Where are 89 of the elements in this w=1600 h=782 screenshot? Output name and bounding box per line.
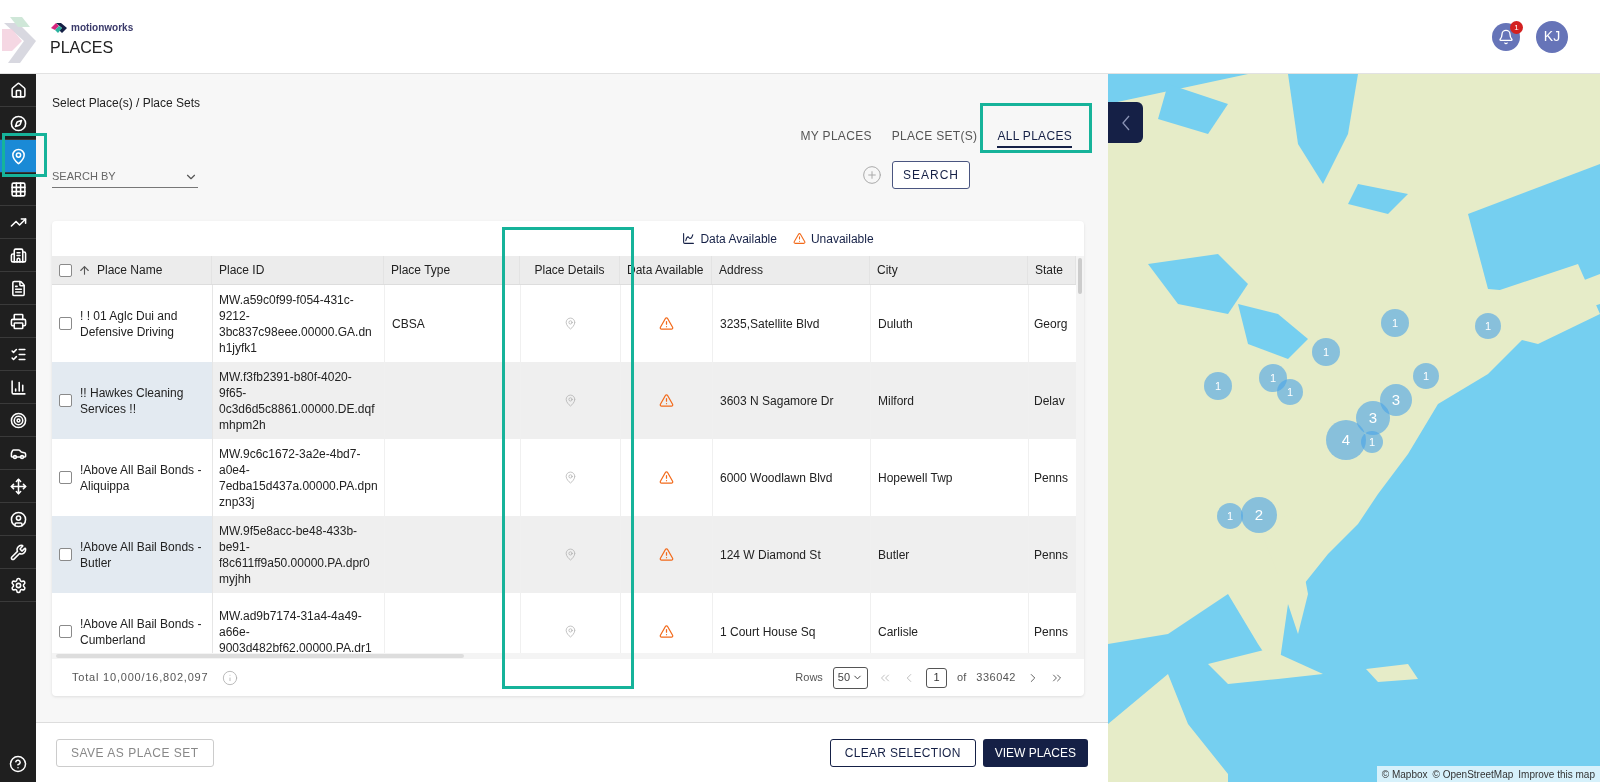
table-cell: Delav <box>1034 392 1065 409</box>
target-icon <box>9 411 27 429</box>
highlight-frame <box>2 133 47 177</box>
view-places-button[interactable]: VIEW PLACES <box>982 738 1088 767</box>
clear-selection-button[interactable]: CLEAR SELECTION <box>829 738 976 767</box>
map-pin-icon <box>9 147 27 165</box>
page-number-field[interactable]: 1 <box>926 667 948 688</box>
home-icon <box>9 81 27 99</box>
table-cell: Penns <box>1034 469 1069 486</box>
table-cell-text: !Above All Bail Bonds - Aliquippa <box>80 461 203 494</box>
table-cell-text: MW.a59c0f99-f054-431c-9212-3bc837c98eee.00000.GA.dnh1jyfk1 <box>219 291 373 356</box>
notification-button[interactable]: 1 <box>1492 22 1520 51</box>
checkbox[interactable] <box>59 625 72 638</box>
breadcrumb: Select Place(s) / Place Sets <box>52 96 201 110</box>
checkbox[interactable] <box>59 394 72 407</box>
column-header[interactable]: State <box>1035 261 1064 279</box>
compass-icon <box>9 114 27 132</box>
scrollbar-thumb[interactable] <box>1078 258 1082 294</box>
tab[interactable]: PLACE SET(S) <box>891 126 978 148</box>
table-cell-text: MW.f3fb2391-b80f-4020-9f65-0c3d6d5c8861.00000.DE.dqfmhpm2h <box>219 368 376 433</box>
bar-chart-icon <box>9 378 27 396</box>
tab[interactable]: MY PLACES <box>800 126 872 148</box>
table-cell: Hopewell Twp <box>878 469 953 486</box>
chevron-left-icon <box>1121 114 1130 131</box>
brand-logo-icon <box>50 20 68 35</box>
user-icon <box>9 510 27 528</box>
help-icon <box>9 755 27 773</box>
printer-icon <box>9 312 27 330</box>
table-cell: Butler <box>878 546 910 563</box>
page-title: PLACES <box>50 38 115 58</box>
info-icon[interactable] <box>222 669 239 686</box>
table-cell: 3235,Satellite Blvd <box>720 315 820 332</box>
of-label: of <box>957 670 967 686</box>
search-button[interactable]: SEARCH <box>892 161 970 189</box>
table-cell-text: !! Hawkes Cleaning Services !! <box>80 384 185 417</box>
brand-name: motionworks <box>71 21 134 35</box>
search-by-dropdown[interactable]: SEARCH BY <box>52 162 198 188</box>
table-cell: Georg <box>1034 315 1068 332</box>
add-icon[interactable] <box>862 165 882 185</box>
checkbox[interactable] <box>59 317 72 330</box>
table-cell: 3603 N Sagamore Dr <box>720 392 834 409</box>
tab[interactable]: ALL PLACES <box>997 126 1072 148</box>
table-cell: 6000 Woodlawn Blvd <box>720 469 833 486</box>
table-cell: 1 Court House Sq <box>720 623 816 640</box>
rows-per-page-select[interactable]: 50 <box>832 666 869 689</box>
table-cell: Penns <box>1034 546 1069 563</box>
document-icon <box>9 279 27 297</box>
table-cell-text: !Above All Bail Bonds - Cumberland <box>80 615 203 648</box>
column-header[interactable]: City <box>877 261 898 279</box>
scrollbar-thumb[interactable] <box>56 654 464 658</box>
attribution-link[interactable]: Improve this map <box>1518 766 1595 782</box>
checkbox[interactable] <box>59 263 72 277</box>
checkbox[interactable] <box>59 471 72 484</box>
table-cell: MW.9c6c1672-3a2e-4bd7-a0e4-7edba15d437a.00000.PA.dpnznp33j <box>219 445 378 510</box>
sort-arrow-icon <box>78 263 91 277</box>
table-cell: Duluth <box>878 315 913 332</box>
rows-label: Rows <box>795 670 823 686</box>
table-cell: Penns <box>1034 623 1069 640</box>
legend-label: Unavailable <box>810 230 874 248</box>
table-cell: Milford <box>878 392 914 409</box>
table-cell-text: MW.ad9b7174-31a4-4a49-a66e-9003d482bf62.00000.PA.dr1 <box>219 607 373 653</box>
checkbox[interactable] <box>59 548 72 561</box>
move-icon <box>9 477 27 495</box>
attribution-link[interactable]: © OpenStreetMap <box>1432 766 1514 782</box>
buildings-icon <box>9 246 27 264</box>
page-count: 336042 <box>976 670 1016 686</box>
settings-icon <box>9 576 27 594</box>
attribution-link[interactable]: © Mapbox <box>1381 766 1428 782</box>
wrench-icon <box>9 543 27 561</box>
legend-label: Data Available <box>700 230 777 248</box>
bell-icon <box>1498 28 1514 45</box>
warning-icon <box>792 232 806 245</box>
table-cell: 124 W Diamond St <box>720 546 821 563</box>
column-header[interactable]: Place Name <box>97 261 163 279</box>
notification-badge: 1 <box>1510 20 1523 34</box>
table-cell-text: ! ! 01 Aglc Dui and Defensive Driving <box>80 307 179 340</box>
column-header[interactable]: Place Details <box>534 261 605 279</box>
chart-line-icon <box>682 232 696 245</box>
column-header[interactable]: Address <box>719 261 764 279</box>
total-count: Total 10,000/16,802,097 <box>72 670 209 686</box>
collapse-panel-button[interactable] <box>1108 102 1143 143</box>
column-header[interactable]: Place Type <box>391 261 451 279</box>
avatar[interactable]: KJ <box>1536 20 1568 53</box>
grid-icon <box>9 180 27 198</box>
table-cell-text: !Above All Bail Bonds - Butler <box>80 538 203 571</box>
column-header[interactable]: Place ID <box>219 261 265 279</box>
table-cell: CBSA <box>392 315 425 332</box>
table-cell: Carlisle <box>878 623 918 640</box>
table-cell-text: MW.9f5e8acc-be48-433b-be91-f8c611ff9a50.00000.PA.dpr0myjhh <box>219 522 371 587</box>
